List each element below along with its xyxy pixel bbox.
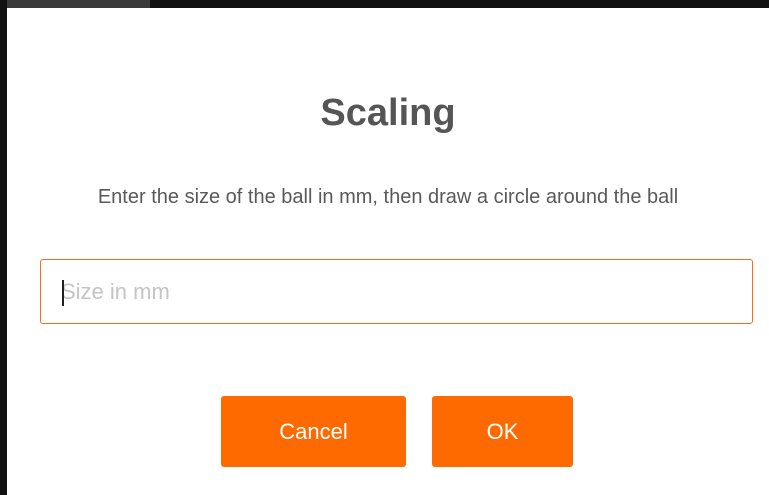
- background-window-edge-top: [0, 0, 769, 8]
- size-input[interactable]: [40, 259, 753, 324]
- scaling-dialog: Scaling Enter the size of the ball in mm…: [7, 8, 769, 495]
- ok-button[interactable]: OK: [432, 396, 573, 467]
- background-window-notch: [0, 0, 150, 8]
- background-window-edge-left: [0, 0, 7, 495]
- cancel-button[interactable]: Cancel: [221, 396, 406, 467]
- text-cursor: [62, 280, 64, 306]
- dialog-message: Enter the size of the ball in mm, then d…: [97, 186, 679, 208]
- dialog-title: Scaling: [320, 92, 456, 134]
